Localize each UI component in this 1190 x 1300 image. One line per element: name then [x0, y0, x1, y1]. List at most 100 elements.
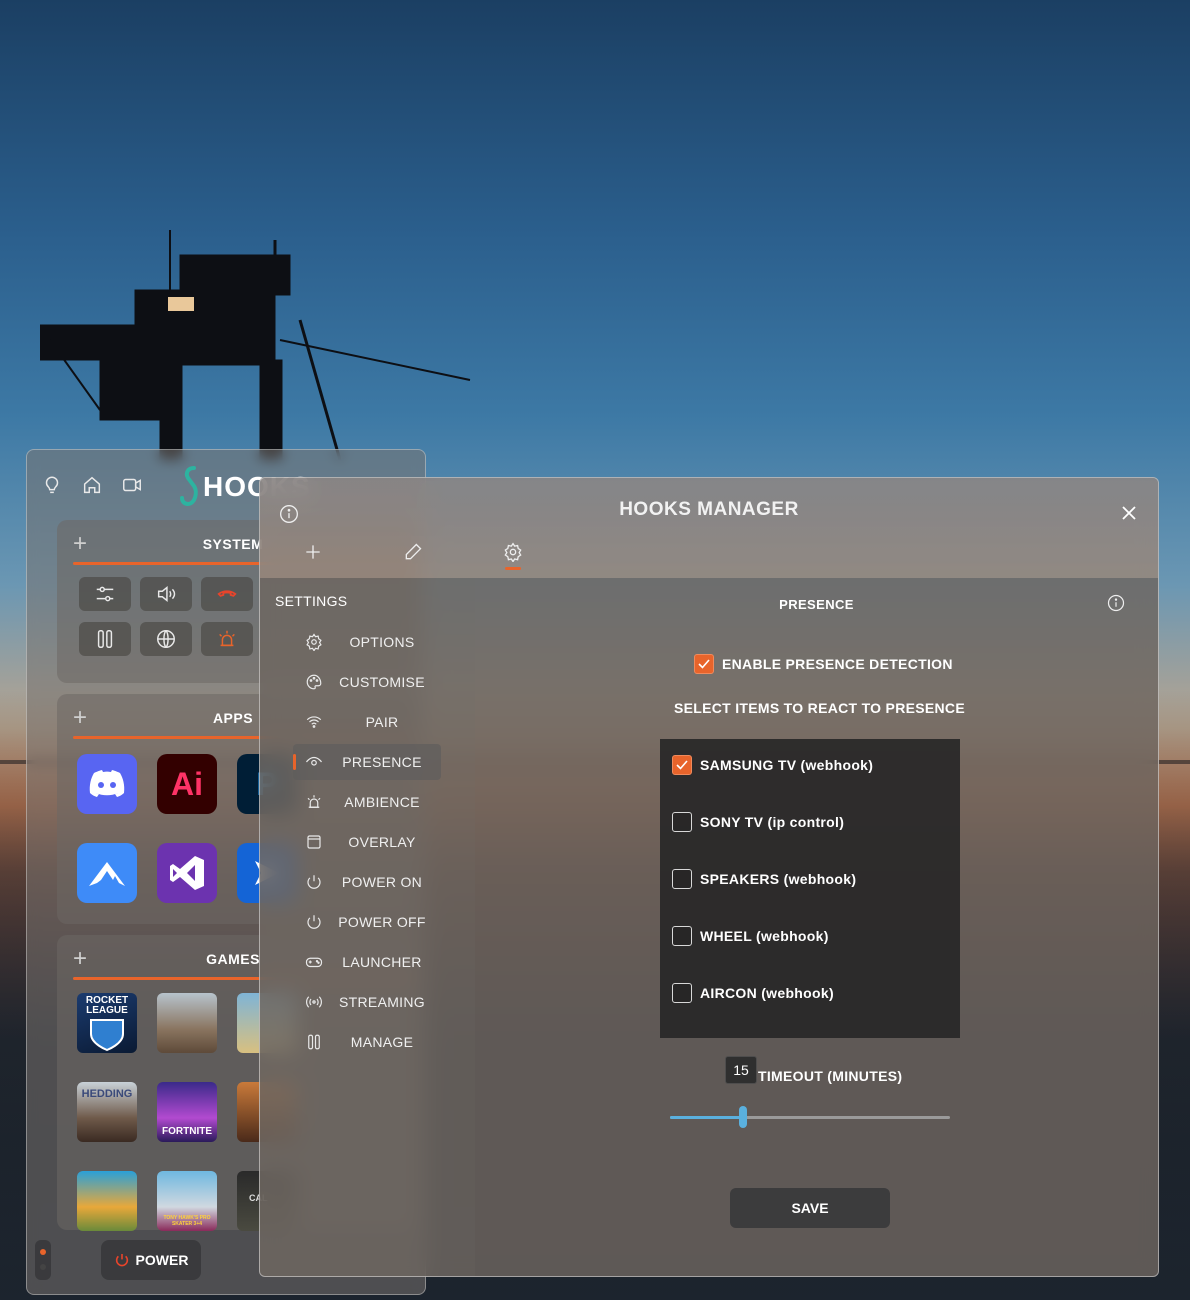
item-label: SPEAKERS (webhook) [700, 871, 857, 887]
settings-gear-icon[interactable] [503, 542, 523, 562]
timeout-label: TIMEOUT (MINUTES) [758, 1068, 903, 1084]
sidebar-item-label: LAUNCHER [342, 954, 422, 970]
fortnite-game[interactable]: FORTNITE [157, 1082, 217, 1142]
fortnite-label: FORTNITE [162, 1126, 212, 1137]
gamepad-icon [305, 957, 323, 968]
eye-icon [306, 756, 322, 766]
phone-hangup-icon [217, 590, 237, 597]
sidebar-item-customise[interactable]: CUSTOMISE [293, 664, 441, 700]
alarm-light-button[interactable] [201, 622, 253, 656]
network-button[interactable] [140, 622, 192, 656]
globe-icon [157, 630, 175, 648]
sidebar-item-ambience[interactable]: AMBIENCE [293, 784, 441, 820]
slider-thumb[interactable] [738, 1106, 747, 1128]
camera-icon[interactable] [121, 474, 143, 496]
list-item[interactable]: WHEEL (webhook) [672, 926, 960, 948]
manager-title: HOOKS MANAGER [619, 499, 799, 520]
nordvpn-app[interactable] [77, 843, 137, 903]
illustrator-app[interactable]: Ai [157, 754, 217, 814]
item-label: SONY TV (ip control) [700, 814, 845, 830]
list-item[interactable]: SAMSUNG TV (webhook) [672, 755, 960, 777]
window-icon [307, 835, 321, 849]
enable-presence-checkbox[interactable] [694, 654, 714, 674]
status-dots [35, 1240, 51, 1280]
list-item[interactable]: SPEAKERS (webhook) [672, 869, 960, 891]
visual-studio-app[interactable] [157, 843, 217, 903]
item-checkbox[interactable] [672, 869, 692, 889]
rocket-league-emblem-icon [90, 1019, 124, 1052]
edit-pencil-icon[interactable] [403, 542, 423, 562]
hooks-manager-window: HOOKS MANAGER SETTINGS OPTIONS CUSTOMISE P… [259, 477, 1159, 1277]
hook-logo-icon [180, 466, 198, 507]
settings-title: SETTINGS [275, 593, 348, 609]
broadcast-icon [306, 996, 322, 1008]
tools-icon [97, 630, 113, 648]
sliders-icon [96, 586, 114, 602]
sidebar-item-overlay[interactable]: OVERLAY [293, 824, 441, 860]
sidebar-item-label: MANAGE [350, 1034, 414, 1050]
checkmark-icon [698, 659, 710, 669]
volume-icon [157, 586, 176, 602]
wifi-icon [306, 716, 322, 728]
power-button[interactable]: POWER [101, 1240, 201, 1280]
panel-title: PRESENCE [779, 597, 854, 612]
list-item[interactable]: AIRCON (webhook) [672, 983, 960, 1005]
gear-icon [306, 633, 322, 651]
item-checkbox[interactable] [672, 812, 692, 832]
sidebar-item-presence[interactable]: PRESENCE [293, 744, 441, 780]
item-label: WHEEL (webhook) [700, 928, 829, 944]
timeout-value-tooltip: 15 [725, 1056, 757, 1084]
presence-panel: PRESENCE ENABLE PRESENCE DETECTION SELEC… [475, 578, 1158, 1276]
power-icon [307, 875, 321, 889]
status-dot-orange [40, 1249, 46, 1255]
presence-items-list: SAMSUNG TV (webhook) SONY TV (ip control)… [660, 739, 960, 1038]
close-icon[interactable] [1120, 504, 1138, 522]
sidebar-item-label: POWER OFF [338, 914, 426, 930]
sidebar-item-label: STREAMING [339, 994, 425, 1010]
sidebar-item-launcher[interactable]: LAUNCHER [293, 944, 441, 980]
item-checkbox[interactable] [672, 926, 692, 946]
power-label: POWER [135, 1252, 189, 1268]
dune-game[interactable] [157, 993, 217, 1053]
item-checkbox[interactable] [672, 755, 692, 775]
sliders-button[interactable] [79, 577, 131, 611]
rocket-league-game[interactable]: ROCKET LEAGUE [77, 993, 137, 1053]
alarm-light-icon [219, 630, 235, 647]
sidebar-item-label: POWER ON [341, 874, 423, 890]
hedding-game[interactable]: HEDDING [77, 1082, 137, 1142]
hangup-button[interactable] [201, 577, 253, 611]
power-icon [115, 1254, 128, 1267]
sidebar-item-streaming[interactable]: STREAMING [293, 984, 441, 1020]
list-item[interactable]: SONY TV (ip control) [672, 812, 960, 834]
checkmark-icon [676, 760, 688, 770]
radio-tower-silhouette [40, 230, 471, 460]
home-icon[interactable] [81, 474, 103, 496]
bulb-icon[interactable] [41, 474, 63, 496]
panel-info-icon[interactable] [1107, 594, 1125, 612]
sidebar-item-label: OVERLAY [348, 834, 416, 850]
visual-studio-icon [170, 856, 204, 890]
sidebar-item-pair[interactable]: PAIR [293, 704, 441, 740]
active-tab-indicator [505, 567, 521, 570]
sidebar-item-power-off[interactable]: POWER OFF [293, 904, 441, 940]
discord-app[interactable] [77, 754, 137, 814]
sidebar-item-label: AMBIENCE [344, 794, 420, 810]
settings-sidebar: SETTINGS OPTIONS CUSTOMISE PAIR PRESENCE AMB… [260, 578, 475, 1276]
sidebar-item-manage[interactable]: MANAGE [293, 1024, 441, 1060]
sidebar-item-options[interactable]: OPTIONS [293, 624, 441, 660]
sidebar-item-label: PAIR [365, 714, 399, 730]
item-checkbox[interactable] [672, 983, 692, 1003]
timeout-slider[interactable] [670, 1106, 950, 1128]
select-items-label: SELECT ITEMS TO REACT TO PRESENCE [674, 700, 965, 716]
alarm-light-icon [307, 795, 321, 808]
sidebar-item-power-on[interactable]: POWER ON [293, 864, 441, 900]
rocket-league-label: ROCKET LEAGUE [85, 995, 129, 1016]
tools-button[interactable] [79, 622, 131, 656]
add-hook-icon[interactable] [303, 542, 323, 562]
volume-button[interactable] [140, 577, 192, 611]
slider-fill [670, 1116, 743, 1119]
palette-icon [306, 674, 322, 690]
item-label: SAMSUNG TV (webhook) [700, 757, 874, 773]
save-button[interactable]: SAVE [730, 1188, 890, 1228]
discord-icon [89, 770, 125, 797]
